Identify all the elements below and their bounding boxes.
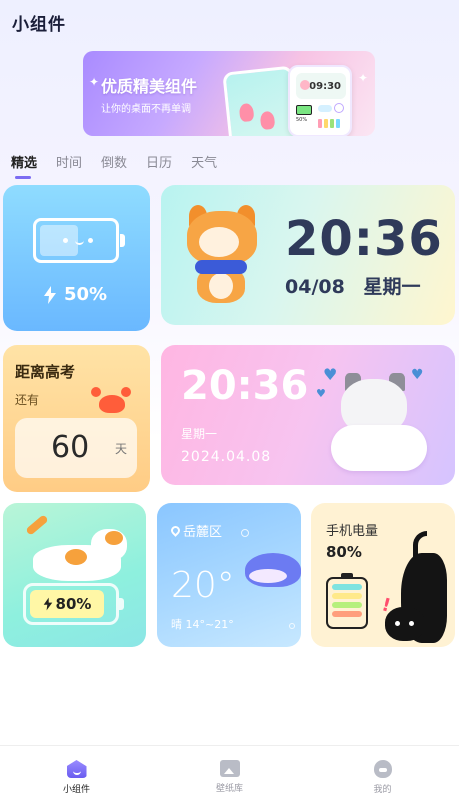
bubble-icon [289, 623, 295, 629]
countdown-unit: 天 [114, 442, 127, 456]
clock-time: 20:36 [285, 211, 443, 267]
sparkle-icon: ✦ [89, 75, 100, 89]
nav-profile[interactable]: 我的 [306, 746, 459, 801]
mini-battery-icon [296, 105, 312, 115]
nav-widgets[interactable]: 小组件 [0, 746, 153, 801]
gallery-icon [219, 760, 240, 777]
nav-wallpapers-label: 壁纸库 [215, 784, 243, 794]
cat-clock-weekday: 星期一 [181, 427, 218, 441]
clock-date: 04/08 [285, 276, 345, 298]
battery-cap [120, 234, 125, 247]
bolt-icon [44, 285, 56, 304]
category-tabs: 精选 时间 倒数 日历 天气 [11, 152, 217, 179]
battery-fill [40, 225, 78, 256]
bubble-icon [241, 529, 249, 537]
mini-bars-icon [318, 119, 340, 128]
home-icon [66, 760, 87, 778]
weather-widget[interactable]: 岳麓区 20° 晴 14°~21° [157, 503, 301, 647]
mini-circle-icon [334, 103, 344, 113]
phone-battery-title: 手机电量 [326, 524, 379, 539]
tab-featured[interactable]: 精选 [11, 152, 37, 179]
paw-icon [300, 80, 310, 90]
phone-battery-icon [326, 573, 368, 629]
countdown-subtitle: 还有 [15, 393, 40, 407]
cat-clock-time: 20:36 [181, 363, 309, 409]
tab-countdown[interactable]: 倒数 [101, 152, 127, 171]
tulip-icon [238, 102, 255, 123]
heart-icon: ♥ [316, 387, 326, 400]
clock-date-row: 04/08 星期一 [285, 272, 432, 299]
crab-illustration [91, 387, 131, 415]
profile-icon [373, 760, 392, 778]
weather-location: 岳麓区 [169, 521, 223, 540]
battery-widget[interactable]: 50% [3, 185, 150, 331]
banner-title: 优质精美组件 [101, 77, 198, 96]
banner-subtitle: 让你的桌面不再单调 [101, 104, 191, 115]
tab-calendar[interactable]: 日历 [146, 152, 172, 171]
weather-location-text: 岳麓区 [183, 525, 223, 540]
countdown-box: 60 天 [15, 418, 137, 478]
countdown-title: 距离高考 [15, 363, 76, 381]
exam-countdown-widget[interactable]: 距离高考 还有 60 天 [3, 345, 150, 492]
mini-clock-time: 09:30 [309, 80, 341, 92]
calico-cat-illustration [25, 514, 130, 587]
eye-icon [63, 238, 68, 243]
shiba-dog-illustration [183, 205, 263, 305]
banner-phone-mockup: 09:30 50% [288, 65, 352, 136]
cat-clock-widget[interactable]: 20:36 星期一 2024.04.08 ♥ ♥ ♥ [161, 345, 455, 485]
weather-temperature: 20° [171, 565, 235, 606]
mouth-icon [75, 240, 84, 245]
clock-weekday: 星期一 [363, 276, 421, 298]
phone-battery-percent: 80% [326, 543, 362, 561]
pet-battery-widget[interactable]: 80% [3, 503, 146, 647]
phone-battery-widget[interactable]: 手机电量 80% ! [311, 503, 455, 647]
battery-face-icon [33, 218, 125, 263]
eye-icon [88, 238, 93, 243]
shiba-clock-widget[interactable]: 20:36 04/08 星期一 [161, 185, 455, 325]
battery-percent-text: 50% [64, 284, 108, 305]
bolt-icon [43, 597, 52, 611]
black-cat-illustration [383, 531, 455, 647]
pet-battery-percent: 80% [55, 595, 92, 613]
nav-profile-label: 我的 [373, 785, 392, 795]
nav-widgets-label: 小组件 [62, 785, 90, 795]
app-title: 小组件 [12, 15, 66, 35]
pet-battery-icon: 80% [23, 583, 124, 625]
dolphin-illustration [245, 547, 301, 603]
weather-condition: 晴 14°~21° [171, 618, 234, 631]
cat-clock-date: 2024.04.08 [181, 449, 272, 465]
mini-battery-text: 50% [296, 117, 308, 123]
mini-toggle-icon [318, 105, 332, 112]
cloud-cat-illustration [331, 367, 431, 472]
countdown-days: 60 [51, 430, 90, 465]
promo-banner[interactable]: ✦ ✦ 优质精美组件 让你的桌面不再单调 09:30 50% [83, 51, 375, 136]
tab-weather[interactable]: 天气 [191, 152, 217, 171]
nav-wallpapers[interactable]: 壁纸库 [153, 746, 306, 801]
tab-time[interactable]: 时间 [56, 152, 82, 171]
banner-mini-clock: 09:30 [296, 73, 346, 99]
bottom-navigation: 小组件 壁纸库 我的 [0, 745, 459, 801]
tulip-icon [259, 110, 276, 131]
battery-percent: 50% [43, 284, 107, 305]
sparkle-icon: ✦ [358, 71, 369, 85]
location-pin-icon [169, 524, 182, 537]
